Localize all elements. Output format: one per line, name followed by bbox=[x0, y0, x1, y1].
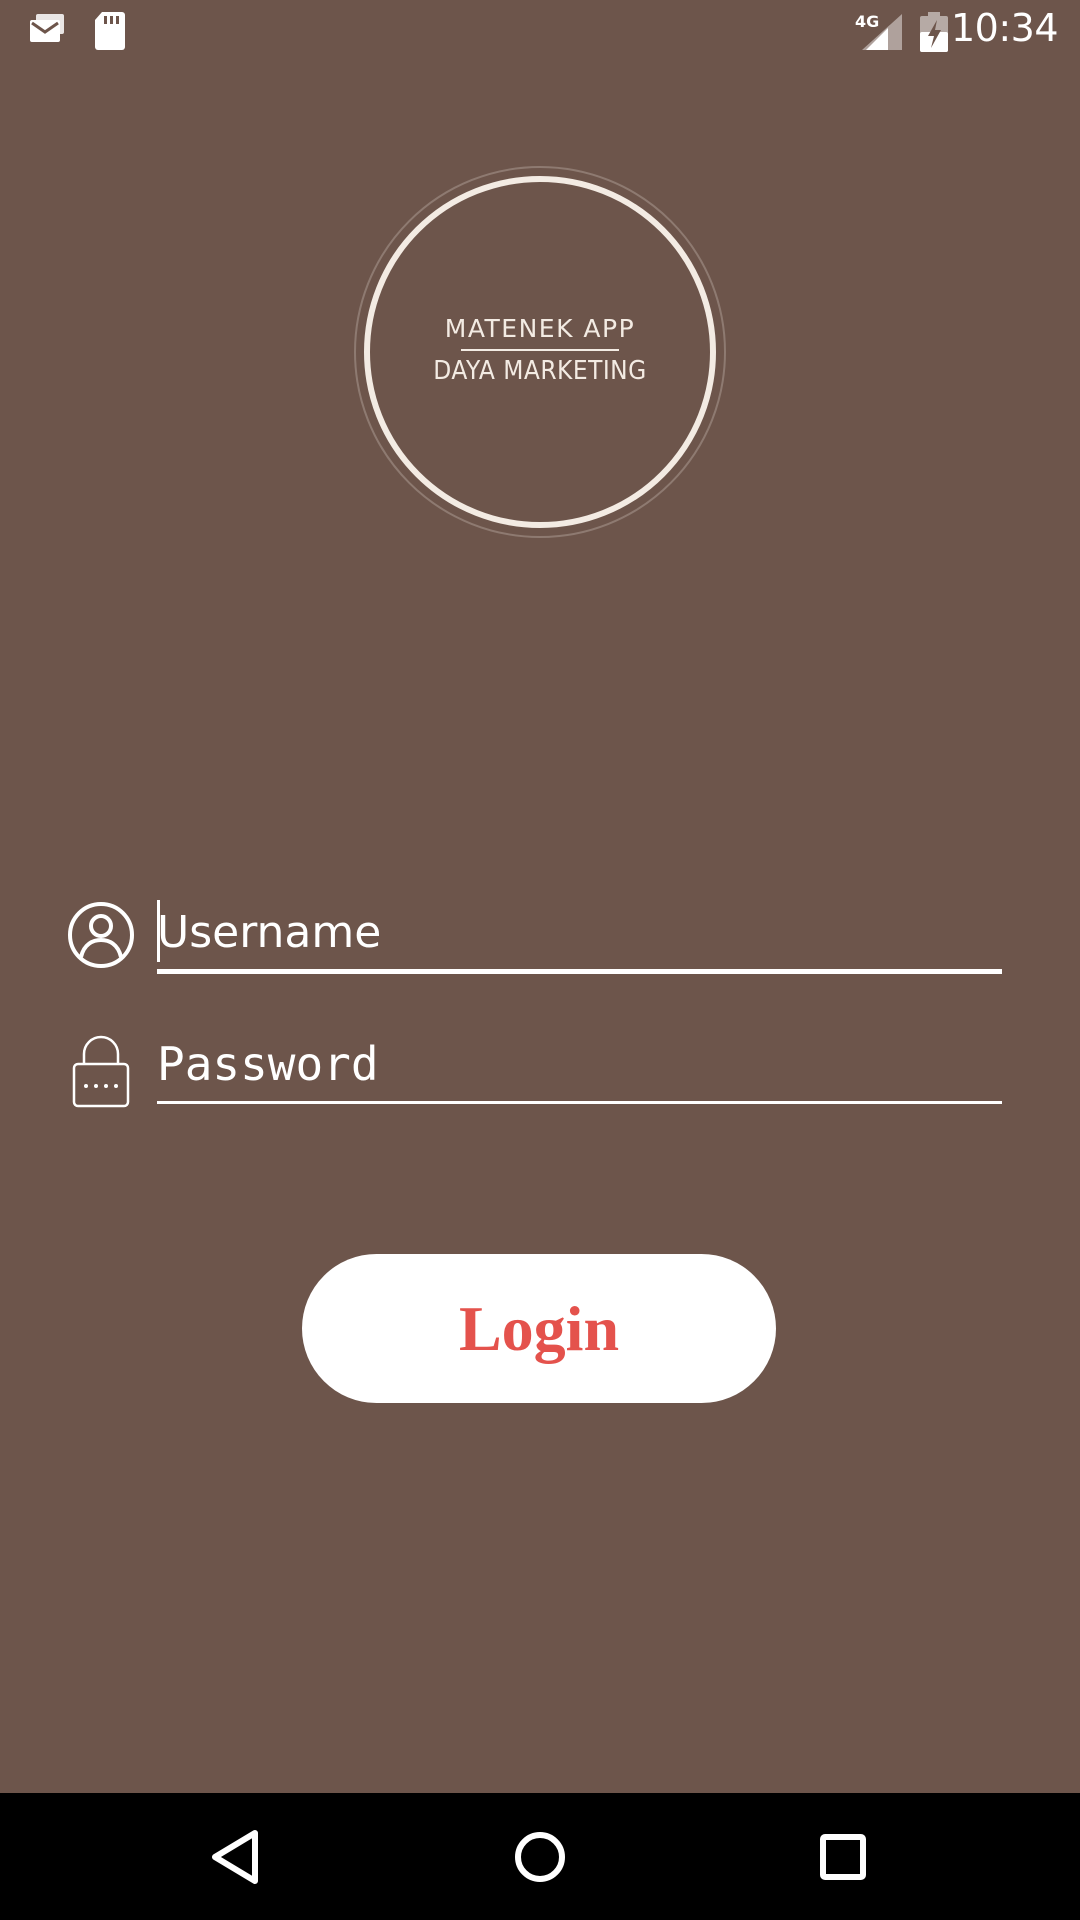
logo-divider bbox=[461, 349, 619, 351]
status-bar: 4G 10:34 bbox=[0, 0, 1080, 66]
login-button[interactable]: Login bbox=[302, 1254, 776, 1403]
recents-icon bbox=[820, 1834, 866, 1880]
recents-button[interactable] bbox=[801, 1815, 885, 1899]
sd-card-icon bbox=[94, 12, 126, 55]
login-screen: 4G 10:34 MATENEK APP DAYA MARKETING User… bbox=[0, 0, 1080, 1920]
password-input[interactable] bbox=[157, 1034, 1002, 1094]
signal-icon bbox=[862, 14, 902, 55]
user-circle-icon bbox=[66, 900, 136, 975]
password-underline bbox=[157, 1101, 1002, 1104]
logo-title: MATENEK APP bbox=[444, 314, 636, 343]
username-input[interactable] bbox=[157, 902, 1002, 962]
battery-charging-icon bbox=[920, 12, 948, 57]
home-button[interactable] bbox=[498, 1815, 582, 1899]
back-button[interactable] bbox=[195, 1815, 279, 1899]
logo-subtitle: DAYA MARKETING bbox=[433, 356, 647, 386]
username-row bbox=[0, 890, 1080, 1000]
home-icon bbox=[515, 1832, 565, 1882]
username-underline bbox=[157, 969, 1002, 974]
password-row bbox=[0, 1022, 1080, 1132]
email-notification-icon bbox=[30, 14, 66, 49]
back-icon bbox=[212, 1830, 258, 1884]
navigation-bar bbox=[0, 1793, 1080, 1920]
logo-ring bbox=[354, 166, 726, 538]
lock-icon bbox=[72, 1032, 130, 1113]
status-time: 10:34 bbox=[950, 6, 1059, 50]
app-logo: MATENEK APP DAYA MARKETING bbox=[354, 166, 726, 538]
